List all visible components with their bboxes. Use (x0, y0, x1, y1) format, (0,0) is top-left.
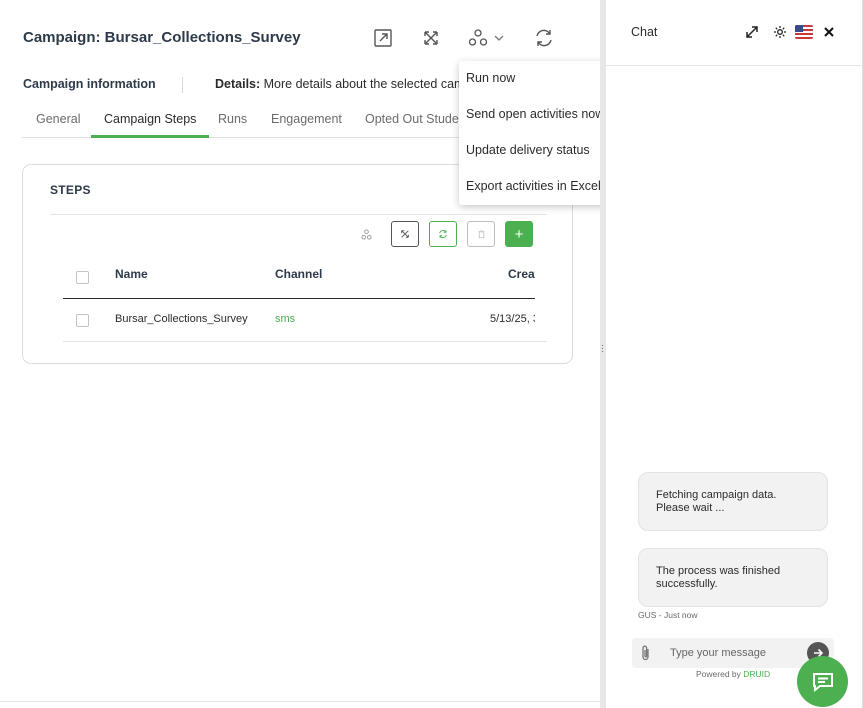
chevron-down-icon[interactable] (492, 27, 506, 49)
step-channel: sms (275, 313, 296, 325)
refresh-icon[interactable] (533, 27, 555, 49)
powered-by: Powered by DRUID (696, 669, 770, 679)
page: Campaign: Bursar_Collections_Survey Camp… (0, 0, 863, 708)
tab-runs[interactable]: Runs (218, 112, 247, 138)
page-title: Campaign: Bursar_Collections_Survey (23, 29, 301, 46)
refresh-button[interactable] (429, 221, 457, 247)
table-header: Name Channel Created (63, 267, 535, 299)
table-row[interactable]: Bursar_Collections_Survey sms 5/13/25, 3 (63, 300, 547, 342)
powered-by-label: Powered by (696, 669, 741, 679)
divider (0, 701, 600, 702)
chat-header: Chat (606, 0, 862, 66)
message-meta: GUS - Just now (638, 610, 698, 620)
brand-link[interactable]: DRUID (743, 669, 770, 679)
chat-message: The process was finished successfully. (638, 548, 828, 607)
row-checkbox[interactable] (76, 314, 89, 327)
workflow-icon (360, 228, 372, 240)
expand-button[interactable] (391, 221, 419, 247)
chat-title: Chat (631, 25, 658, 39)
divider (50, 214, 547, 215)
tab-campaign-steps[interactable]: Campaign Steps (91, 112, 210, 138)
gear-icon[interactable] (772, 24, 788, 40)
steps-title: STEPS (50, 183, 91, 197)
menu-item-export-excel[interactable]: Export activities in Excel file (466, 179, 620, 193)
add-step-button[interactable]: + (505, 221, 533, 247)
menu-item-run-now[interactable]: Run now (466, 71, 515, 85)
trash-icon (478, 229, 484, 239)
chat-launcher-button[interactable] (797, 656, 848, 707)
info-details: Details: More details about the selected… (215, 77, 495, 91)
chat-panel: Chat Fetching campaign data. Please wait… (606, 0, 863, 708)
menu-item-send-open-activities[interactable]: Send open activities now (466, 107, 604, 121)
fullscreen-icon[interactable] (420, 27, 442, 49)
column-created[interactable]: Created (508, 267, 535, 281)
external-link-icon[interactable] (372, 27, 394, 49)
step-name[interactable]: Bursar_Collections_Survey (115, 313, 249, 325)
menu-item-update-delivery-status[interactable]: Update delivery status (466, 143, 590, 157)
fullscreen-icon (401, 230, 409, 238)
close-icon[interactable] (821, 24, 837, 40)
tab-general[interactable]: General (36, 112, 80, 138)
details-label: Details: (215, 77, 261, 91)
chat-message: Fetching campaign data. Please wait ... (638, 472, 828, 531)
chat-bubble-icon (812, 672, 833, 692)
attachment-icon[interactable] (639, 644, 653, 662)
tab-engagement[interactable]: Engagement (271, 112, 342, 138)
select-all-checkbox[interactable] (76, 271, 89, 284)
drag-handle-icon[interactable]: · · · (601, 341, 604, 356)
workflow-icon[interactable] (467, 27, 489, 49)
refresh-icon (439, 230, 447, 238)
us-flag-icon[interactable] (795, 25, 813, 39)
divider (182, 77, 183, 93)
column-name[interactable]: Name (115, 267, 148, 281)
column-channel[interactable]: Channel (275, 267, 322, 281)
delete-button[interactable] (467, 221, 495, 247)
info-label: Campaign information (23, 77, 156, 91)
message-input[interactable] (670, 645, 800, 661)
expand-icon[interactable] (744, 24, 760, 40)
step-created: 5/13/25, 3 (490, 313, 535, 325)
workflow-view-button[interactable] (352, 221, 380, 247)
